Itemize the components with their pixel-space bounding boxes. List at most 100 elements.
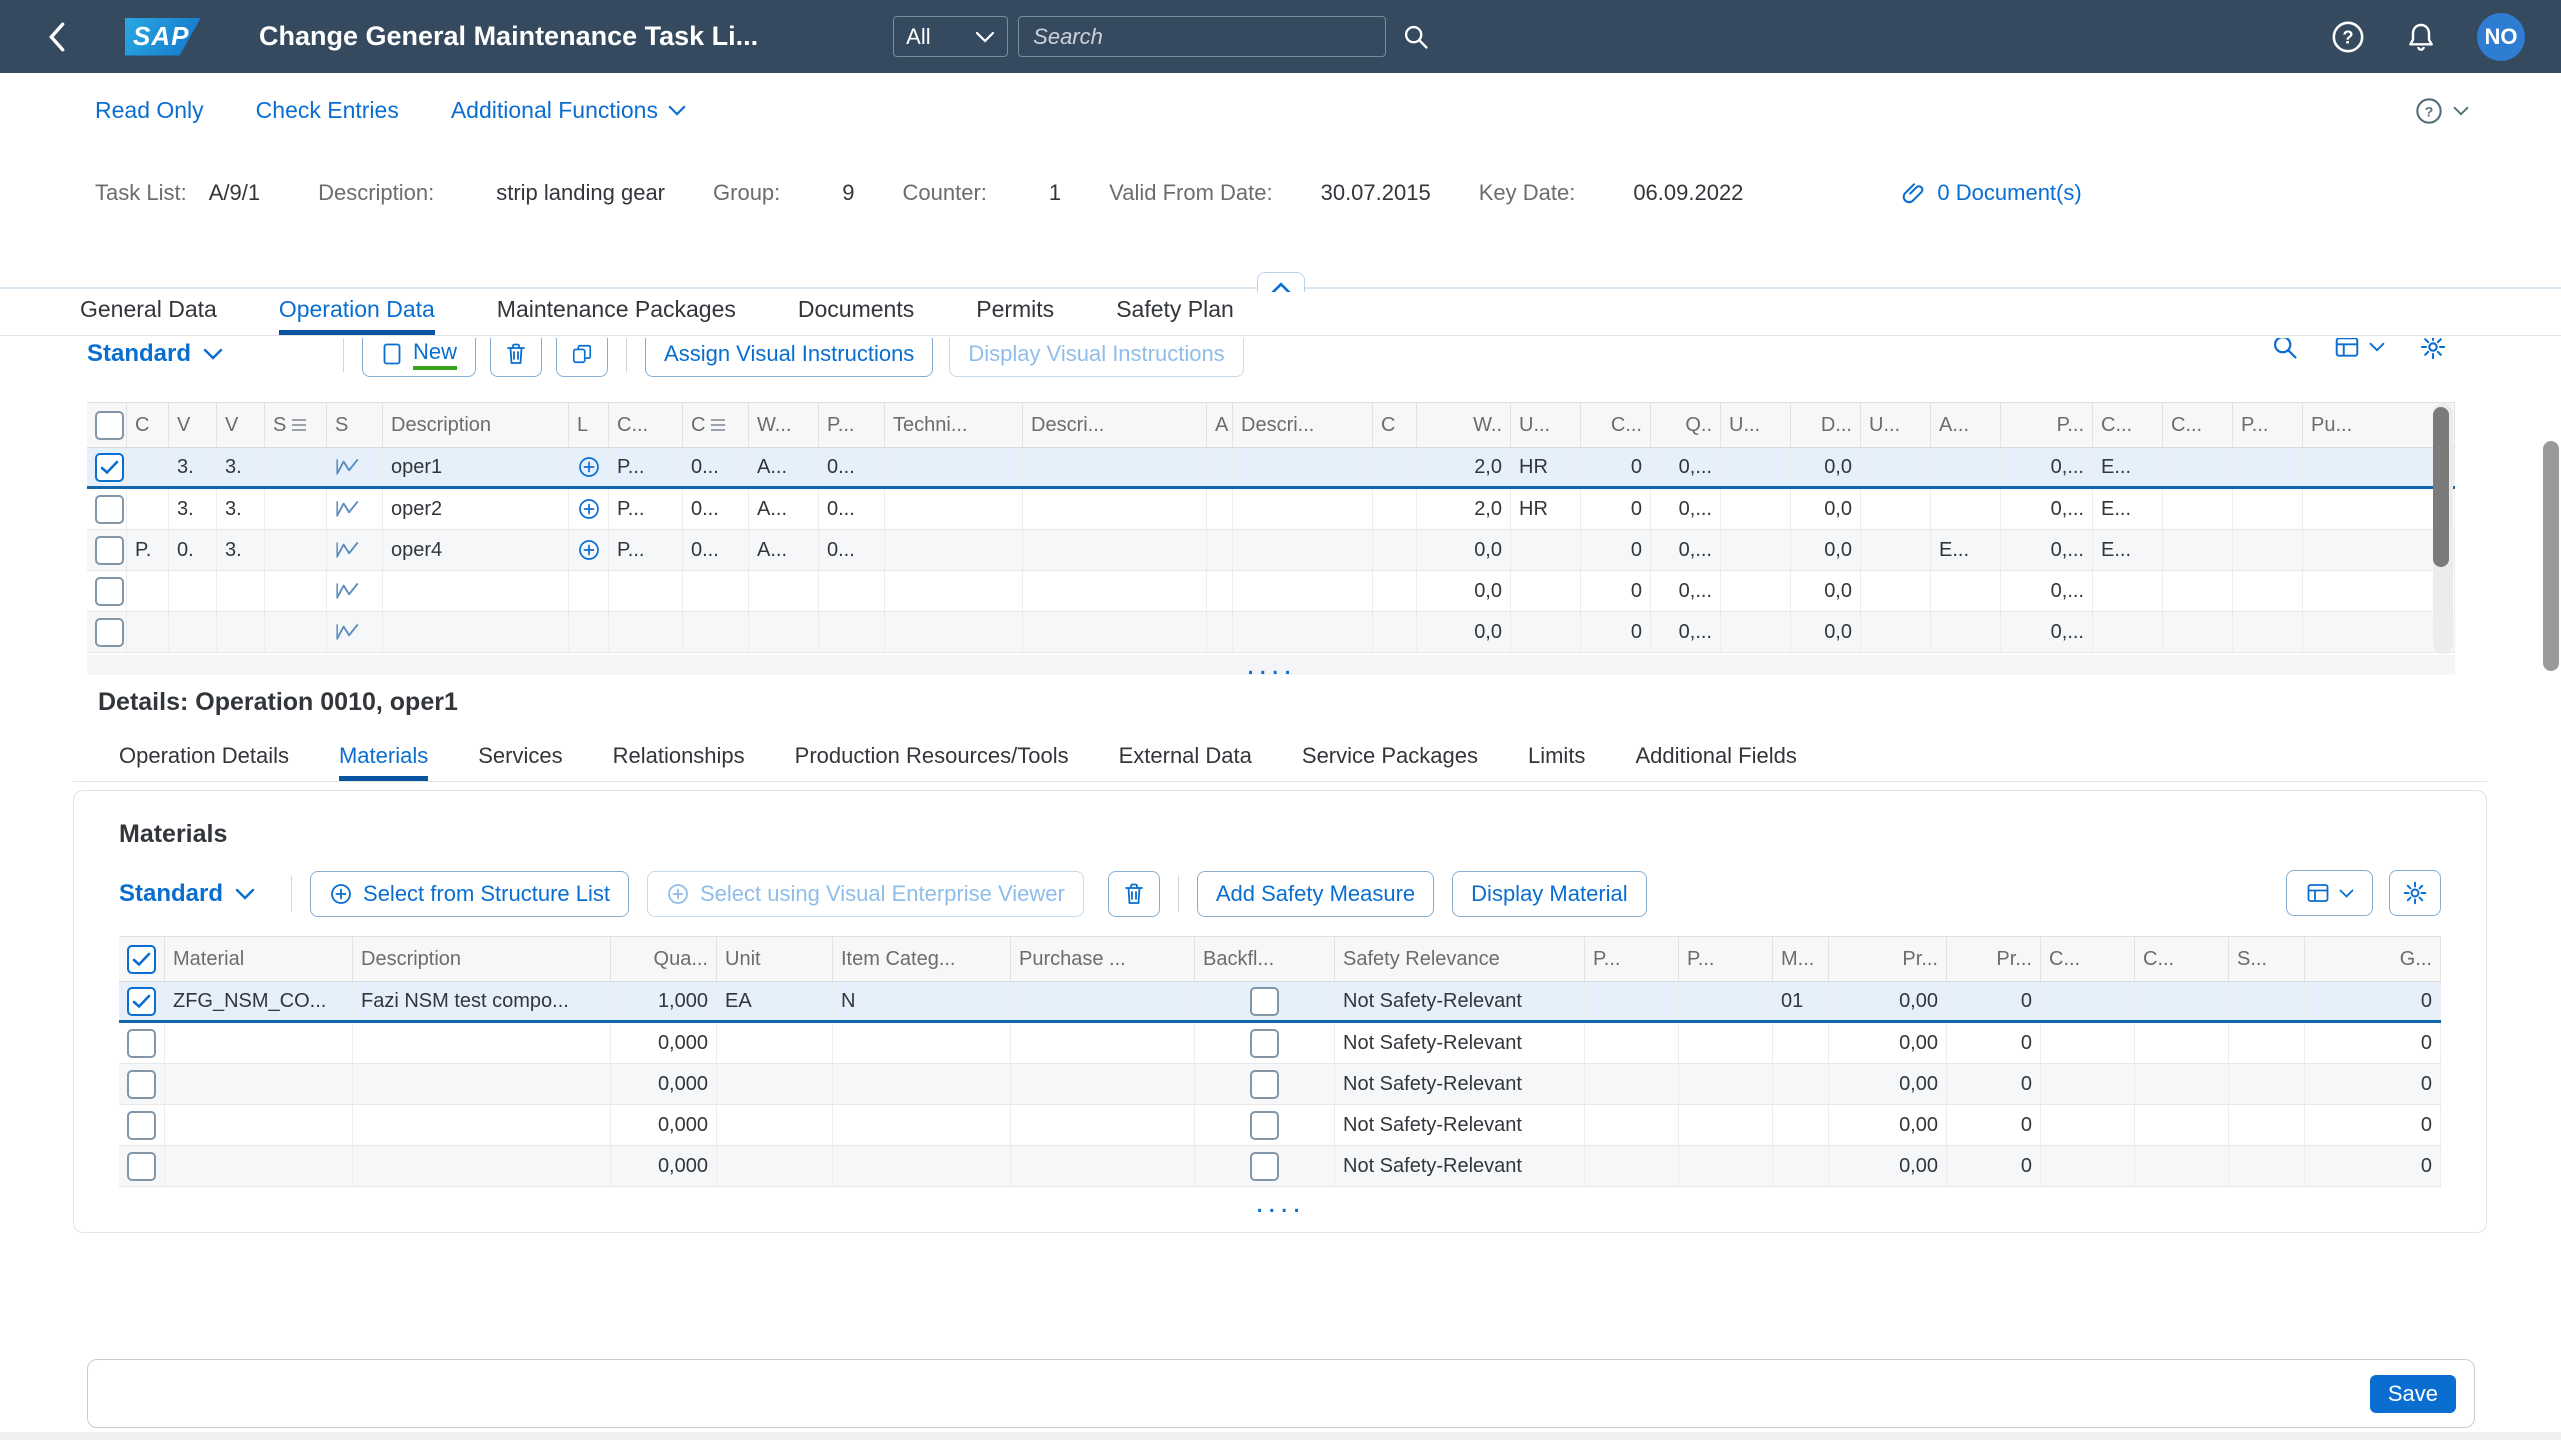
tab-safety-plan[interactable]: Safety Plan [1116,296,1234,335]
table-search-icon[interactable] [2271,338,2299,361]
column-header: C... [609,403,683,447]
save-button[interactable]: Save [2370,1375,2456,1413]
column-header: Item Categ... [833,937,1011,981]
back-icon[interactable] [44,20,70,54]
cell [265,448,327,486]
cell [885,571,1023,611]
display-material-button[interactable]: Display Material [1452,871,1647,917]
add-icon[interactable] [577,455,601,479]
new-operation-button[interactable]: New [362,338,476,377]
cell [1679,1064,1773,1104]
additional-functions-menu[interactable]: Additional Functions [451,97,686,124]
select-all-checkbox-cell[interactable] [87,403,127,447]
cell [569,571,609,611]
page-scrollbar[interactable] [2541,0,2561,1440]
row-checkbox[interactable] [1250,1111,1279,1140]
table-settings-gear-icon[interactable] [2419,338,2447,361]
tab-external-data[interactable]: External Data [1119,743,1252,781]
operations-scrollbar[interactable] [2433,403,2453,654]
tab-maintenance-packages[interactable]: Maintenance Packages [497,296,736,335]
row-checkbox[interactable] [95,453,124,482]
assign-visual-instructions-button[interactable]: Assign Visual Instructions [645,338,933,377]
table-row[interactable]: 3.3.oper2P...0...A...0...2,0HR00,...0,00… [87,489,2455,530]
row-checkbox[interactable] [95,577,124,606]
tab-general-data[interactable]: General Data [80,296,217,335]
cell: E... [2093,530,2163,570]
delete-operation-button[interactable] [490,338,542,377]
avatar[interactable]: NO [2477,13,2525,61]
table-row[interactable]: 0,000Not Safety-Relevant0,0000 [119,1105,2441,1146]
resize-grip[interactable]: .... [87,658,2455,676]
select-from-structure-list-button[interactable]: Select from Structure List [310,871,629,917]
cell [2233,530,2303,570]
table-row[interactable]: 0,000Not Safety-Relevant0,0000 [119,1064,2441,1105]
row-checkbox[interactable] [127,1152,156,1181]
tab-limits[interactable]: Limits [1528,743,1585,781]
help-icon[interactable]: ? [2331,20,2365,54]
search-scope-select[interactable]: All [893,16,1008,57]
tab-operation-data[interactable]: Operation Data [279,296,435,335]
cell: 0,... [2001,489,2093,529]
tab-documents[interactable]: Documents [798,296,914,335]
table-row[interactable]: 0,000Not Safety-Relevant0,0000 [119,1023,2441,1064]
table-row[interactable]: 0,000,...0,00,... [87,571,2455,612]
add-icon[interactable] [577,538,601,562]
row-checkbox[interactable] [1250,1070,1279,1099]
cell: 0,... [1651,571,1721,611]
row-checkbox[interactable] [95,536,124,565]
row-checkbox[interactable] [1250,1152,1279,1181]
cell: 0... [683,489,749,529]
page-help-menu[interactable]: ? [2415,97,2469,125]
table-row[interactable]: ZFG_NSM_CO...Fazi NSM test compo...1,000… [119,982,2441,1023]
row-checkbox[interactable] [1250,1029,1279,1058]
row-checkbox[interactable] [127,987,156,1016]
read-only-button[interactable]: Read Only [95,97,204,124]
shell-search[interactable] [1018,16,1386,57]
search-icon[interactable] [1402,23,1430,51]
materials-view-settings[interactable] [2286,870,2373,916]
tab-production-resources-tools[interactable]: Production Resources/Tools [795,743,1069,781]
add-safety-measure-button[interactable]: Add Safety Measure [1197,871,1434,917]
copy-operation-button[interactable] [556,338,608,377]
table-row[interactable]: P.0.3.oper4P...0...A...0...0,000,...0,0E… [87,530,2455,571]
tab-operation-details[interactable]: Operation Details [119,743,289,781]
svg-text:?: ? [2342,26,2353,47]
tab-relationships[interactable]: Relationships [613,743,745,781]
cell: 0,000 [611,1146,717,1186]
cell [1511,571,1581,611]
add-icon[interactable] [577,497,601,521]
cell [1721,489,1791,529]
row-checkbox[interactable] [1250,987,1279,1016]
delete-material-button[interactable] [1108,871,1160,917]
row-checkbox[interactable] [127,1029,156,1058]
table-row[interactable]: 0,000,...0,00,... [87,612,2455,653]
cell [2229,1105,2305,1145]
table-row[interactable]: 0,000Not Safety-Relevant0,0000 [119,1146,2441,1187]
chevron-down-icon [2339,889,2354,898]
tab-service-packages[interactable]: Service Packages [1302,743,1478,781]
tab-materials[interactable]: Materials [339,743,428,781]
table-view-settings[interactable] [2333,338,2385,360]
tab-additional-fields[interactable]: Additional Fields [1635,743,1796,781]
tab-permits[interactable]: Permits [976,296,1054,335]
row-checkbox[interactable] [127,945,156,974]
operations-view-select[interactable]: Standard [87,340,223,368]
documents-link[interactable]: 0 Document(s) [1901,180,2081,206]
check-entries-button[interactable]: Check Entries [256,97,399,124]
toolbar-separator [343,338,344,372]
row-checkbox[interactable] [127,1070,156,1099]
notifications-bell-icon[interactable] [2405,20,2437,54]
row-checkbox[interactable] [95,618,124,647]
cell [119,1064,165,1104]
tab-services[interactable]: Services [478,743,562,781]
materials-view-select[interactable]: Standard [119,880,255,908]
search-input[interactable] [1033,24,1371,50]
select-all-checkbox-cell[interactable] [119,937,165,981]
materials-settings-gear-button[interactable] [2389,870,2441,916]
resize-grip[interactable]: .... [119,1196,2441,1214]
table-row[interactable]: 3.3.oper1P...0...A...0...2,0HR00,...0,00… [87,448,2455,489]
cell [165,1105,353,1145]
row-checkbox[interactable] [95,411,124,440]
row-checkbox[interactable] [127,1111,156,1140]
row-checkbox[interactable] [95,495,124,524]
